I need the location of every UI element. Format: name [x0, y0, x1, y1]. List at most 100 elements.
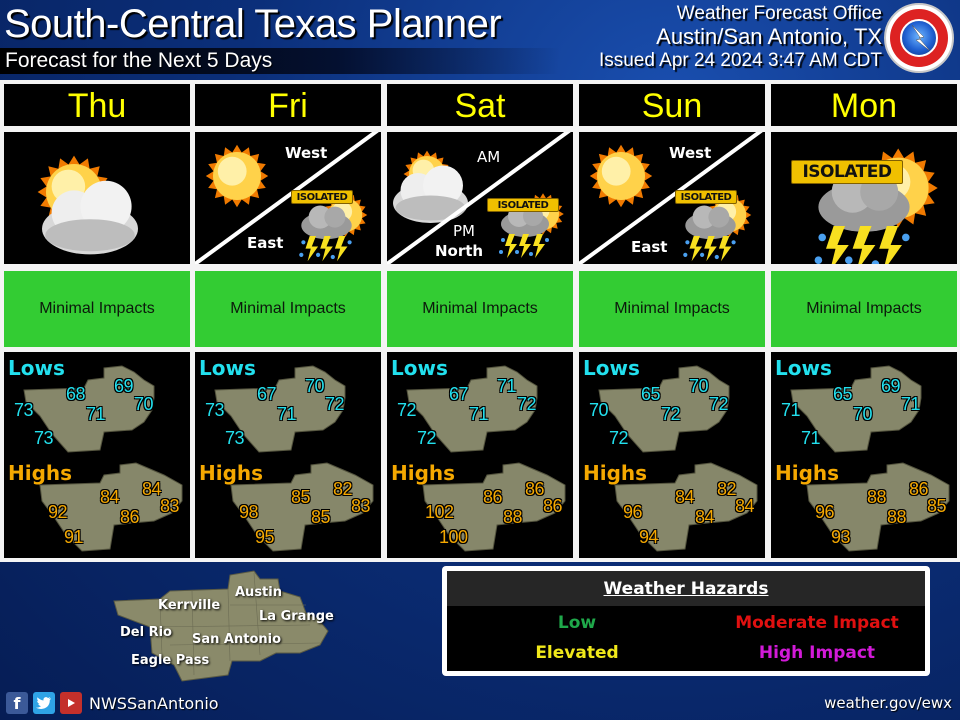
impact-level: Minimal Impacts	[387, 271, 573, 347]
day-header: Mon	[771, 84, 957, 126]
lows-temp: 72	[417, 428, 437, 448]
youtube-icon[interactable]	[60, 692, 82, 714]
day-header: Fri	[195, 84, 381, 126]
highs-temp: 86	[525, 479, 545, 499]
highs-temp: 98	[239, 502, 259, 522]
weather-icon-cell	[4, 132, 190, 264]
region-label-north: North	[435, 242, 484, 260]
lows-temp: 67	[257, 384, 277, 404]
lows-temp: 72	[517, 394, 537, 414]
lows-temp: 71	[781, 400, 801, 420]
highs-temp: 100	[439, 527, 468, 547]
weather-hazards-legend: Weather Hazards Low Moderate Impact Elev…	[442, 566, 930, 676]
lows-temp: 72	[609, 428, 629, 448]
lows-temp: 71	[901, 394, 921, 414]
highs-map: Highs 96 88 86 85 88 93	[771, 457, 957, 558]
highs-temp: 83	[160, 496, 180, 516]
region-label-bottom: East	[247, 234, 284, 252]
lows-temp: 71	[86, 404, 106, 424]
highs-label: Highs	[583, 461, 648, 485]
lows-temp: 68	[66, 384, 86, 404]
isolated-tag: ISOLATED	[291, 190, 353, 204]
lows-label: Lows	[391, 356, 448, 380]
lows-temp: 73	[225, 428, 245, 448]
lows-map: Lows 71 65 69 71 70 71	[771, 352, 957, 457]
region-label-bottom: East	[631, 238, 668, 256]
isolated-tag: ISOLATED	[791, 160, 903, 184]
isolated-storms-icon	[814, 148, 938, 264]
highs-temp: 88	[867, 487, 887, 507]
weather-icon-cell: West East ISOLATED	[579, 132, 765, 264]
lows-temp: 73	[205, 400, 225, 420]
weather-icon-cell: West East ISOLATED	[195, 132, 381, 264]
nws-logo-icon	[884, 3, 954, 73]
lows-temp: 70	[305, 376, 325, 396]
day-header: Sun	[579, 84, 765, 126]
highs-temp: 82	[333, 479, 353, 499]
highs-label: Highs	[199, 461, 264, 485]
highs-temp: 83	[351, 496, 371, 516]
city-label-san-antonio: San Antonio	[192, 632, 282, 647]
lows-map: Lows 73 68 69 70 71 73	[4, 352, 190, 457]
highs-temp: 102	[425, 502, 454, 522]
highs-temp: 85	[311, 507, 331, 527]
lows-temp: 72	[325, 394, 345, 414]
impact-level: Minimal Impacts	[195, 271, 381, 347]
city-label-kerrville: Kerrville	[158, 598, 221, 613]
office-line2: Austin/San Antonio, TX	[656, 24, 882, 49]
page-subtitle: Forecast for the Next 5 Days	[5, 49, 273, 72]
highs-temp: 86	[120, 507, 140, 527]
highs-label: Highs	[775, 461, 840, 485]
period-label-am: AM	[477, 148, 501, 166]
twitter-icon[interactable]	[33, 692, 55, 714]
highs-temp: 85	[291, 487, 311, 507]
website-link[interactable]: weather.gov/ewx	[824, 694, 952, 712]
highs-temp: 84	[100, 487, 120, 507]
lows-temp: 72	[709, 394, 729, 414]
highs-map: Highs 98 85 82 83 85 95	[195, 457, 381, 558]
social-handle[interactable]: NWSSanAntonio	[89, 694, 219, 713]
highs-temp: 84	[675, 487, 695, 507]
hazard-low: Low	[557, 613, 597, 633]
highs-temp: 88	[887, 507, 907, 527]
lows-temp: 71	[469, 404, 489, 424]
issued-time: Issued Apr 24 2024 3:47 AM CDT	[598, 50, 882, 71]
office-info: Weather Forecast Office Austin/San Anton…	[599, 3, 882, 73]
day-header: Thu	[4, 84, 190, 126]
lows-label: Lows	[775, 356, 832, 380]
highs-map: Highs 96 84 82 84 84 94	[579, 457, 765, 558]
highs-temp: 95	[255, 527, 275, 547]
city-label-austin: Austin	[235, 585, 282, 600]
lows-map: Lows 72 67 71 72 71 72	[387, 352, 573, 457]
lows-temp: 72	[661, 404, 681, 424]
highs-temp: 93	[831, 527, 851, 547]
highs-temp: 91	[64, 527, 84, 547]
isolated-tag: ISOLATED	[487, 198, 559, 212]
highs-temp: 82	[717, 479, 737, 499]
lows-map: Lows 70 65 70 72 72 72	[579, 352, 765, 457]
highs-temp: 86	[483, 487, 503, 507]
lows-temp: 73	[34, 428, 54, 448]
lows-temp: 65	[833, 384, 853, 404]
lows-temp: 70	[134, 394, 154, 414]
highs-temp: 84	[695, 507, 715, 527]
highs-temp: 86	[909, 479, 929, 499]
highs-temp: 96	[623, 502, 643, 522]
region-label-top: West	[669, 144, 712, 162]
lows-label: Lows	[8, 356, 65, 380]
highs-temp: 88	[503, 507, 523, 527]
lows-label: Lows	[583, 356, 640, 380]
facebook-icon[interactable]: f	[6, 692, 28, 714]
period-label-pm: PM	[453, 222, 475, 240]
lows-temp: 70	[589, 400, 609, 420]
hazard-high: High Impact	[758, 643, 876, 663]
lows-temp: 67	[449, 384, 469, 404]
highs-label: Highs	[8, 461, 73, 485]
lows-map: Lows 73 67 70 72 71 73	[195, 352, 381, 457]
lows-temp: 69	[881, 376, 901, 396]
highs-label: Highs	[391, 461, 456, 485]
lows-temp: 71	[277, 404, 297, 424]
highs-temp: 84	[142, 479, 162, 499]
lows-temp: 71	[497, 376, 517, 396]
header: South-Central Texas Planner Forecast for…	[0, 0, 960, 78]
